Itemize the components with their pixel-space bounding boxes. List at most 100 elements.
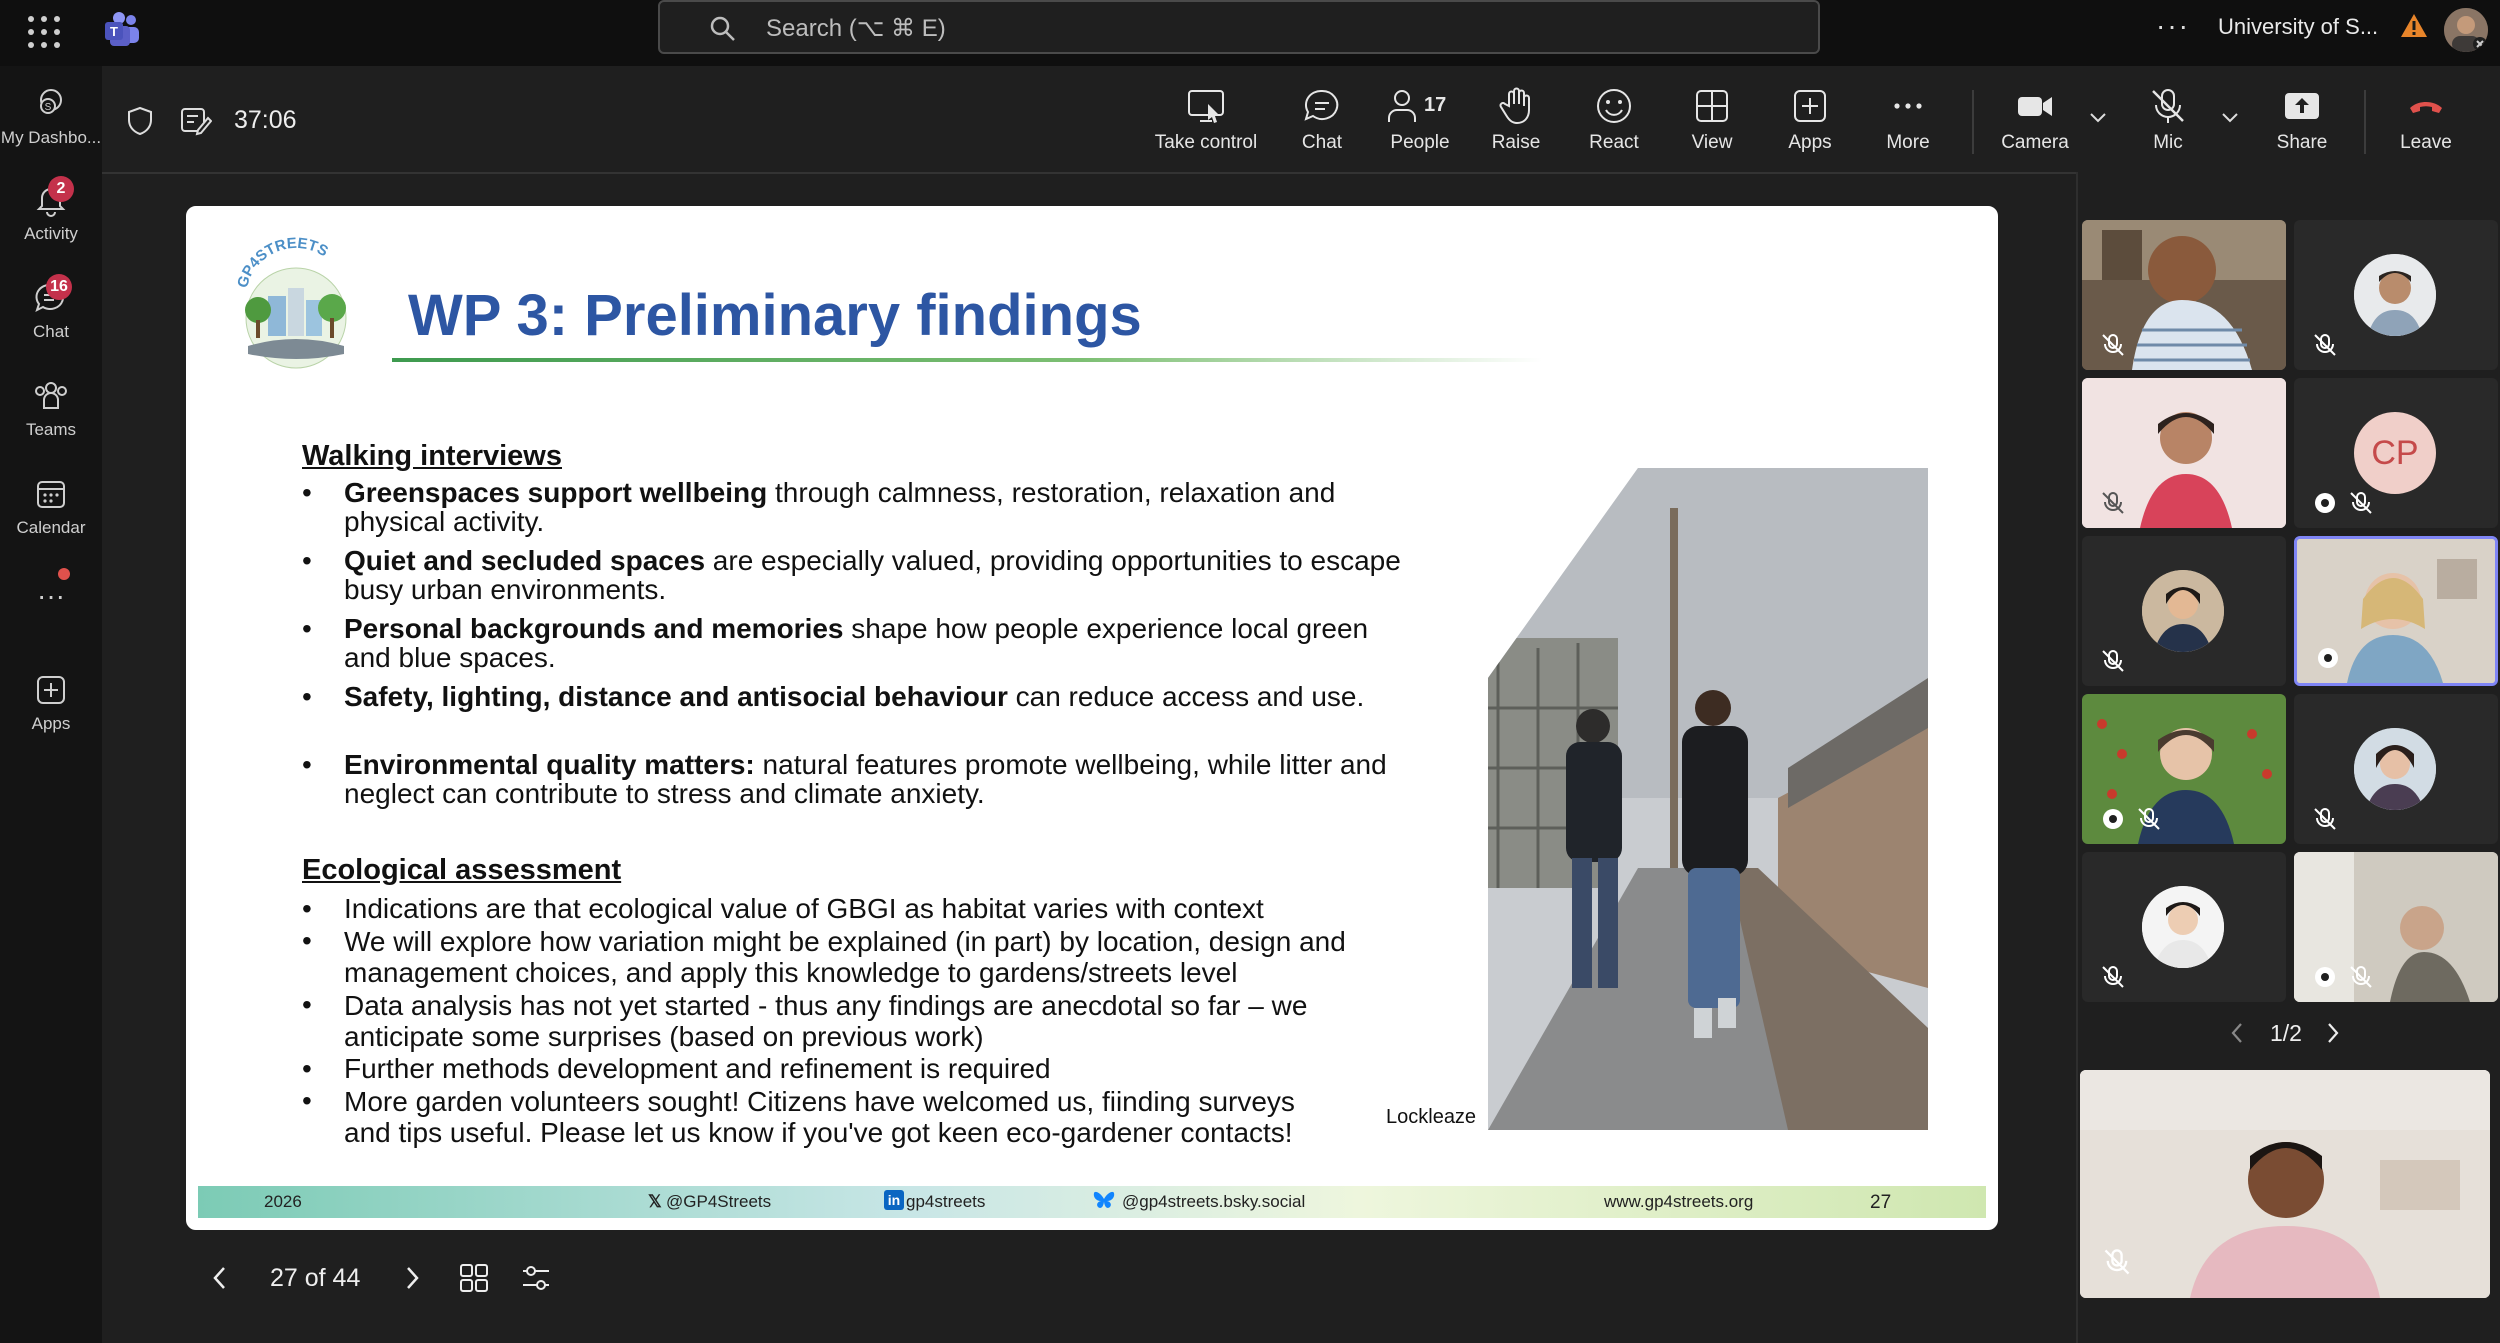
rail-item-apps[interactable]: Apps (0, 672, 102, 734)
next-page-chevron-icon[interactable] (2324, 1020, 2342, 1052)
participant-video-tile-active-speaker[interactable] (2294, 536, 2498, 686)
participant-video-tile[interactable] (2082, 852, 2286, 1002)
organization-name[interactable]: University of S... (2218, 14, 2378, 40)
leave-button[interactable]: Leave (2394, 86, 2458, 154)
share-button[interactable]: Share (2270, 86, 2334, 154)
chat-label: Chat (1301, 132, 1343, 153)
bullet-bold-text: Environmental quality matters: (344, 749, 755, 780)
apps-label: Apps (1788, 132, 1832, 153)
warning-icon[interactable] (2400, 12, 2428, 45)
chat-button[interactable]: Chat (1292, 86, 1352, 154)
section-heading-ecological-assessment: Ecological assessment (302, 854, 622, 886)
previous-slide-chevron-icon[interactable] (210, 1264, 230, 1299)
toolbar-divider (2364, 90, 2366, 154)
x-logo-icon: 𝕏 (648, 1192, 662, 1211)
rail-item-calendar[interactable]: Calendar (0, 476, 102, 538)
presentation-slide: GP4STREETS WP 3: Preliminary findings Wa… (198, 218, 1986, 1218)
bullet-bold-text: Quiet and secluded spaces (344, 545, 706, 576)
teams-logo-icon[interactable]: T (102, 10, 142, 50)
svg-text:S: S (45, 102, 52, 113)
hand-icon (1499, 87, 1530, 125)
slide-number: 27 (1870, 1192, 1892, 1213)
footer-x-handle: @GP4Streets (666, 1192, 772, 1211)
rail-label-teams: Teams (25, 420, 77, 439)
slide-position: 27 of 44 (270, 1264, 361, 1292)
app-launcher-icon[interactable] (26, 14, 62, 50)
bullet-text: We will explore how variation might be e… (344, 926, 1346, 988)
react-button[interactable]: React (1584, 86, 1644, 154)
self-view-video-tile[interactable] (2080, 1070, 2490, 1298)
apps-icon (37, 676, 65, 704)
previous-page-chevron-icon[interactable] (2228, 1020, 2246, 1052)
meeting-notes-icon[interactable] (180, 106, 213, 141)
slide-footer: 2026 𝕏 @GP4Streets in gp4streets @gp4str… (198, 1186, 1986, 1218)
bullet-bold-text: Safety, lighting, distance and antisocia… (344, 681, 1008, 712)
slide-grid-icon[interactable] (458, 1262, 490, 1301)
take-control-label: Take control (1154, 132, 1258, 153)
slide-settings-sliders-icon[interactable] (520, 1262, 552, 1301)
participant-video-tile[interactable] (2082, 694, 2286, 844)
participant-video-tile[interactable] (2294, 852, 2498, 1002)
bullet-text: Further methods development and refineme… (344, 1053, 1051, 1084)
camera-button[interactable]: Camera (1992, 86, 2078, 154)
photo-caption: Lockleaze (1386, 1106, 1477, 1128)
bullet-dot: • (302, 893, 312, 924)
take-control-button[interactable]: Take control (1148, 86, 1264, 154)
meeting-header: 37:06 Take control Chat 17 People Raise … (102, 66, 2500, 174)
bullet-dot: • (302, 681, 312, 712)
camera-label: Camera (2001, 132, 2069, 153)
rail-label-dashboard: My Dashbo... (0, 128, 102, 147)
rail-label-chat: Chat (33, 322, 69, 341)
more-options-button[interactable]: ··· (2156, 10, 2190, 42)
rail-item-dashboard[interactable]: S My Dashbo... (0, 86, 102, 148)
hand-raised-icon (2100, 806, 2126, 832)
participant-avatar (2354, 254, 2436, 336)
people-button[interactable]: 17 People (1380, 86, 1460, 154)
user-avatar[interactable] (2444, 8, 2488, 52)
hand-raised-icon (2312, 490, 2338, 516)
raise-label: Raise (1491, 132, 1541, 153)
meeting-timer: 37:06 (234, 106, 297, 134)
mic-button[interactable]: Mic (2138, 86, 2198, 154)
next-slide-chevron-icon[interactable] (402, 1264, 422, 1299)
top-bar: T Search (⌥ ⌘ E) ··· University of S... (0, 0, 2500, 66)
svg-text:T: T (110, 24, 118, 39)
add-app-icon (1794, 90, 1826, 122)
street-photo (1488, 468, 1928, 1130)
page-indicator: 1/2 (2270, 1020, 2302, 1046)
participant-video-tile[interactable] (2294, 694, 2498, 844)
people-count: 17 (1424, 94, 1447, 116)
bullet-text: can reduce access and use. (1007, 681, 1365, 712)
gp4streets-logo: GP4STREETS (228, 235, 364, 376)
rail-item-activity[interactable]: Activity 2 (0, 176, 102, 244)
participant-video-tile[interactable] (2082, 378, 2286, 528)
rail-item-more[interactable]: ··· (0, 566, 102, 612)
rail-label-apps: Apps (31, 714, 71, 733)
camera-options-chevron-icon[interactable] (2088, 110, 2108, 129)
view-button[interactable]: View (1682, 86, 1742, 154)
participant-video-tile[interactable] (2082, 220, 2286, 370)
phone-hangup-icon (2410, 102, 2442, 113)
shield-icon[interactable] (126, 106, 154, 141)
participant-video-tile[interactable] (2082, 536, 2286, 686)
search-icon (708, 14, 738, 44)
rail-item-teams[interactable]: Teams (0, 378, 102, 440)
more-label: More (1886, 132, 1930, 153)
bullet-dot: • (302, 613, 312, 644)
toolbar-divider (1972, 90, 1974, 154)
participant-avatar (2354, 728, 2436, 810)
rail-item-chat[interactable]: Chat 16 (0, 274, 102, 342)
more-button[interactable]: More (1878, 86, 1938, 154)
participant-video-tile[interactable] (2294, 220, 2498, 370)
mic-options-chevron-icon[interactable] (2220, 110, 2240, 129)
title-underline (392, 358, 1542, 362)
search-bar[interactable]: Search (⌥ ⌘ E) (658, 0, 1820, 54)
section-heading-walking-interviews: Walking interviews (302, 440, 562, 472)
apps-button[interactable]: Apps (1780, 86, 1840, 154)
bluesky-butterfly-icon (1092, 1190, 1116, 1215)
participant-video-tile[interactable]: CP (2294, 378, 2498, 528)
view-grid-icon (1696, 90, 1728, 122)
bullet-bold-text: Personal backgrounds and memories (344, 613, 844, 644)
raise-hand-button[interactable]: Raise (1486, 86, 1546, 154)
bullet-text: Indications are that ecological value of… (344, 893, 1264, 924)
